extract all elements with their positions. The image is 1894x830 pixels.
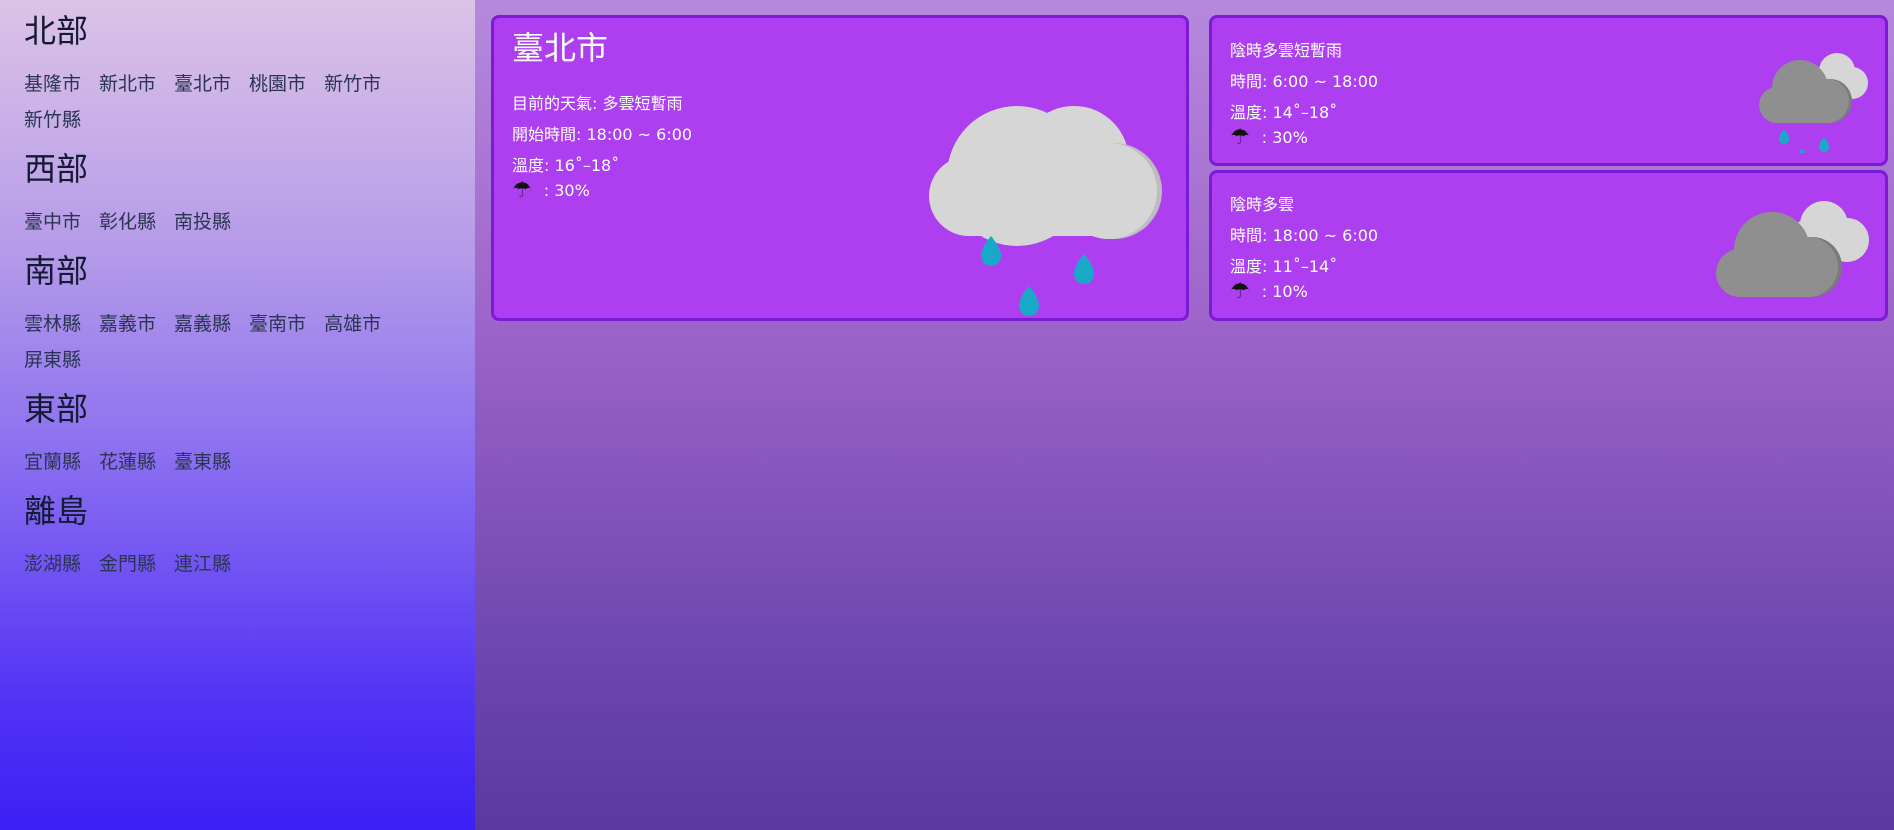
rain-chance-text: : 10% xyxy=(1261,282,1308,301)
city-list: 基隆市 新北市 臺北市 桃園市 新竹市 新竹縣 xyxy=(24,66,444,138)
forecast-temperature: 溫度: 14˚–18˚ xyxy=(1230,103,1338,122)
city-list: 雲林縣 嘉義市 嘉義縣 臺南市 高雄市 屏東縣 xyxy=(24,306,444,378)
city-link[interactable]: 臺北市 xyxy=(174,66,231,102)
forecast-description: 陰時多雲短暫雨 xyxy=(1230,41,1343,60)
city-link[interactable]: 臺東縣 xyxy=(174,444,231,480)
city-list: 臺中市 彰化縣 南投縣 xyxy=(24,204,444,240)
city-name: 臺北市 xyxy=(512,29,609,67)
region-title: 北部 xyxy=(24,12,89,50)
forecast-card: 陰時多雲短暫雨 時間: 6:00 ~ 18:00 溫度: 14˚–18˚ ☂ :… xyxy=(1209,15,1888,166)
city-link[interactable]: 嘉義縣 xyxy=(174,306,231,342)
city-link[interactable]: 新北市 xyxy=(99,66,156,102)
region-title: 離島 xyxy=(24,492,89,530)
forecast-temperature: 溫度: 11˚–14˚ xyxy=(1230,257,1338,276)
city-link[interactable]: 花蓮縣 xyxy=(99,444,156,480)
city-link[interactable]: 連江縣 xyxy=(174,546,231,582)
region-north: 北部 基隆市 新北市 臺北市 桃園市 新竹市 新竹縣 xyxy=(24,10,475,138)
forecast-rain-chance: ☂ : 30% xyxy=(1230,127,1308,149)
city-link[interactable]: 臺南市 xyxy=(249,306,306,342)
current-weather-card: 臺北市 目前的天氣: 多雲短暫雨 開始時間: 18:00 ~ 6:00 溫度: … xyxy=(491,15,1189,321)
city-link[interactable]: 新竹縣 xyxy=(24,102,81,138)
city-link[interactable]: 桃園市 xyxy=(249,66,306,102)
temperature-text: 溫度: 16˚–18˚ xyxy=(512,156,620,175)
city-link[interactable]: 宜蘭縣 xyxy=(24,444,81,480)
city-link[interactable]: 臺中市 xyxy=(24,204,81,240)
forecast-rain-chance: ☂ : 10% xyxy=(1230,281,1308,303)
cloud-rain-icon xyxy=(1759,53,1868,153)
region-sidebar: 北部 基隆市 新北市 臺北市 桃園市 新竹市 新竹縣 西部 臺中市 彰化縣 南投… xyxy=(0,0,475,830)
forecast-time: 時間: 6:00 ~ 18:00 xyxy=(1230,72,1379,91)
city-link[interactable]: 新竹市 xyxy=(324,66,381,102)
region-east: 東部 宜蘭縣 花蓮縣 臺東縣 xyxy=(24,388,475,480)
city-link[interactable]: 屏東縣 xyxy=(24,342,81,378)
city-link[interactable]: 嘉義市 xyxy=(99,306,156,342)
city-link[interactable]: 南投縣 xyxy=(174,204,231,240)
cloud-rain-icon xyxy=(929,106,1162,316)
rain-chance: ☂ : 30% xyxy=(512,180,590,202)
region-title: 東部 xyxy=(24,390,89,428)
region-west: 西部 臺中市 彰化縣 南投縣 xyxy=(24,148,475,240)
start-time-text: 開始時間: 18:00 ~ 6:00 xyxy=(512,125,693,144)
region-title: 西部 xyxy=(24,150,89,188)
city-link[interactable]: 彰化縣 xyxy=(99,204,156,240)
city-list: 宜蘭縣 花蓮縣 臺東縣 xyxy=(24,444,444,480)
umbrella-icon: ☂ xyxy=(512,178,532,203)
rain-chance-text: : 30% xyxy=(1261,128,1308,147)
city-link[interactable]: 金門縣 xyxy=(99,546,156,582)
current-weather-text: 目前的天氣: 多雲短暫雨 xyxy=(512,94,683,113)
rain-chance-text: : 30% xyxy=(543,181,590,200)
cloudy-icon xyxy=(1716,201,1869,297)
city-link[interactable]: 雲林縣 xyxy=(24,306,81,342)
region-islands: 離島 澎湖縣 金門縣 連江縣 xyxy=(24,490,475,582)
forecast-time: 時間: 18:00 ~ 6:00 xyxy=(1230,226,1379,245)
region-title: 南部 xyxy=(24,252,89,290)
city-link[interactable]: 澎湖縣 xyxy=(24,546,81,582)
umbrella-icon: ☂ xyxy=(1230,279,1250,304)
forecast-description: 陰時多雲 xyxy=(1230,195,1295,214)
forecast-card: 陰時多雲 時間: 18:00 ~ 6:00 溫度: 11˚–14˚ ☂ : 10… xyxy=(1209,170,1888,321)
city-link[interactable]: 基隆市 xyxy=(24,66,81,102)
region-south: 南部 雲林縣 嘉義市 嘉義縣 臺南市 高雄市 屏東縣 xyxy=(24,250,475,378)
umbrella-icon: ☂ xyxy=(1230,125,1250,150)
city-list: 澎湖縣 金門縣 連江縣 xyxy=(24,546,444,582)
city-link[interactable]: 高雄市 xyxy=(324,306,381,342)
